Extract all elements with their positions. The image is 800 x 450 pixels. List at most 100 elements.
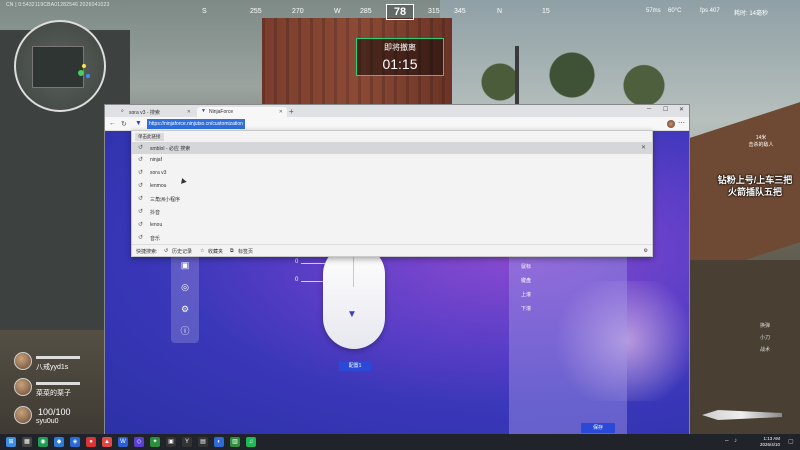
ally-marker-icon	[86, 74, 90, 78]
app-icon[interactable]: Y	[182, 437, 192, 447]
dropdown-header[interactable]: 单击此链接	[135, 133, 164, 141]
trees	[452, 40, 692, 110]
profile-avatar[interactable]	[667, 120, 675, 128]
notification-icon[interactable]: ▢	[788, 438, 794, 445]
system-clock[interactable]: 1:13 AM 2026/4/10	[760, 436, 780, 448]
network-icon[interactable]: ⌔	[724, 438, 730, 446]
app-icon[interactable]: ▲	[102, 437, 112, 447]
word-icon[interactable]: W	[118, 437, 128, 447]
settings-panel: 鼠标 键盘 上滚 下滚 保存	[509, 227, 627, 435]
hud-top-bar: CN | 0:5432119CBA01282546 2026041023 57m…	[0, 0, 800, 24]
taskbar: ⊞ ▦ ◉ ◆ ◈ ● ▲ W ◇ ✦ ▣ Y ▤ ◐ ▥ ♫ ⌔ ♪ 1:13…	[0, 434, 800, 450]
maximize-icon[interactable]: ☐	[663, 106, 668, 113]
mouse-preview[interactable]: ▼	[323, 245, 385, 349]
timer-value: 01:15	[382, 56, 418, 72]
app-icon[interactable]: ◆	[54, 437, 64, 447]
compass-mark: 255	[250, 8, 262, 15]
history-icon: ↺	[138, 170, 144, 176]
config-button[interactable]: 配置1	[339, 361, 371, 371]
new-tab-button[interactable]: +	[289, 107, 294, 116]
suggestion-text: ninjaf	[150, 157, 162, 163]
spotify-icon[interactable]: ♫	[246, 437, 256, 447]
avatar	[14, 378, 32, 396]
teammate-name: 菜菜的栗子	[36, 390, 71, 397]
extraction-timer: 即将撤离 01:15	[356, 38, 444, 76]
image-icon[interactable]: ▣	[179, 259, 191, 271]
teammate-name: 八戒yyd1s	[36, 364, 69, 371]
app-icon[interactable]: ●	[86, 437, 96, 447]
app-icon[interactable]: ▣	[166, 437, 176, 447]
clock-date: 2026/4/10	[759, 442, 780, 447]
save-button[interactable]: 保存	[581, 423, 615, 433]
close-window-icon[interactable]: ✕	[679, 106, 684, 113]
teammate-health-bar	[36, 356, 80, 359]
app-icon[interactable]: ◇	[134, 437, 144, 447]
suggestion-row[interactable]: ↺ smblol - 必应 搜索 ✕	[132, 142, 652, 154]
suggestion-row[interactable]: ↺ 音乐	[132, 232, 652, 244]
favorites-shortcut[interactable]: 收藏夹	[208, 248, 223, 255]
search-icon: ⌕	[121, 108, 124, 114]
ping-stat: 57ms	[646, 8, 661, 14]
suggestion-text: 音乐	[150, 236, 161, 242]
minimize-icon[interactable]: ─	[647, 106, 651, 112]
stream-line-1: 钻粉上号/上车三把	[717, 175, 793, 185]
panel-item[interactable]: 下滚	[521, 305, 531, 312]
browser-icon[interactable]: ◉	[38, 437, 48, 447]
action-hint: 战术	[760, 347, 771, 353]
kill-info: 14米 击杀的敌人	[748, 135, 774, 148]
objective-marker-icon	[82, 64, 86, 68]
navigation-bar: ← ↻ ▼ https://ninjaforce.ninjutso.cn/cus…	[105, 117, 689, 131]
tabs-shortcut[interactable]: 标签页	[238, 248, 253, 255]
back-icon[interactable]: ←	[109, 120, 116, 127]
suggestion-text: lenou	[150, 222, 163, 228]
site-icon[interactable]: ▼	[135, 120, 142, 127]
settings-icon[interactable]: ⚙	[179, 303, 191, 315]
compass-mark: 270	[292, 8, 304, 15]
tab-search[interactable]: ⌕ sora v3 - 搜索 ✕	[117, 107, 195, 117]
compass-mark: 345	[454, 8, 466, 15]
info-icon[interactable]: ⓘ	[179, 325, 191, 337]
tab-title: sora v3 - 搜索	[129, 110, 160, 116]
remove-icon[interactable]: ✕	[641, 144, 646, 151]
more-menu-icon[interactable]: ⋯	[678, 119, 685, 127]
history-icon: ↺	[138, 235, 144, 241]
callout-line	[301, 263, 325, 264]
suggestion-row[interactable]: ↺ 三角洲小程序	[132, 193, 652, 205]
app-icon[interactable]: ◐	[214, 437, 224, 447]
suggestion-row[interactable]: ↺ lenmou	[132, 180, 652, 192]
close-icon[interactable]: ✕	[187, 109, 191, 115]
suggestion-row[interactable]: ↺ lenou	[132, 219, 652, 231]
browser-window: ⌕ sora v3 - 搜索 ✕ ▼ NinjaForce ✕ + ─ ☐ ✕ …	[104, 104, 690, 435]
suggestion-row[interactable]: ↺ ninjaf	[132, 154, 652, 166]
fps-stat: fps 407	[700, 8, 720, 14]
history-shortcut[interactable]: 历史记录	[172, 248, 192, 255]
ground	[690, 260, 800, 434]
suggestion-row[interactable]: ↺ sora v3	[132, 167, 652, 179]
panel-item[interactable]: 鼠标	[521, 263, 531, 270]
app-icon[interactable]: ◈	[70, 437, 80, 447]
app-icon[interactable]: ▥	[230, 437, 240, 447]
app-icon[interactable]: ▤	[198, 437, 208, 447]
app-icon[interactable]: ▦	[22, 437, 32, 447]
windows-start-icon[interactable]: ⊞	[6, 437, 16, 447]
action-hints: 换弹 小刀 战术	[760, 320, 770, 356]
settings-icon[interactable]: ⚙	[644, 248, 648, 254]
ninja-icon: ▼	[201, 108, 206, 114]
avatar	[14, 352, 32, 370]
close-icon[interactable]: ✕	[279, 109, 283, 115]
mouse-icon[interactable]: ◎	[179, 281, 191, 293]
teammate-1: 八戒yyd1s	[14, 352, 84, 374]
app-icon[interactable]: ✦	[150, 437, 160, 447]
refresh-icon[interactable]: ↻	[121, 120, 127, 128]
tab-ninjaforce[interactable]: ▼ NinjaForce ✕	[197, 107, 287, 117]
panel-item[interactable]: 上滚	[521, 291, 531, 298]
history-icon: ↺	[138, 145, 144, 151]
panel-item[interactable]: 键盘	[521, 277, 531, 284]
callout-line	[301, 281, 325, 282]
volume-icon[interactable]: ♪	[734, 438, 737, 444]
suggestion-row[interactable]: ↺ 抖音	[132, 206, 652, 218]
address-bar[interactable]: https://ninjaforce.ninjutso.cn/customiza…	[147, 119, 245, 129]
ninja-logo-icon: ▼	[347, 309, 357, 320]
health-value: 100/100	[38, 407, 71, 417]
history-icon: ↺	[164, 248, 169, 254]
